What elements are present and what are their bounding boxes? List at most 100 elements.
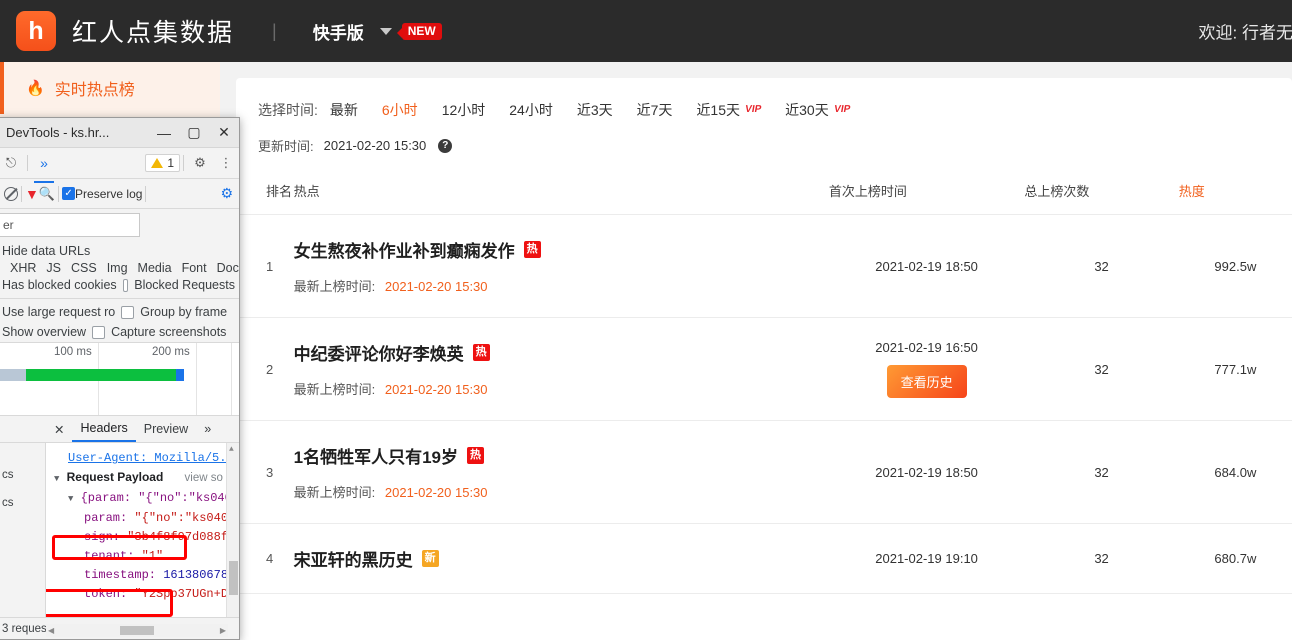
waterfall-stalled-segment [0, 369, 26, 381]
chevron-down-icon[interactable] [379, 27, 392, 35]
filter-option-label: 6小时 [381, 102, 418, 118]
type-filter-xhr[interactable]: XHR [10, 261, 36, 275]
row-heat: 992.5w [1178, 214, 1292, 318]
magnifier-icon[interactable]: 🔍 [39, 186, 55, 202]
tab-overflow-icon[interactable]: » [196, 422, 219, 436]
chevron-down-icon[interactable]: ▼ [54, 470, 59, 489]
column-header-count: 总上榜次数 [1024, 173, 1179, 215]
devtools-titlebar[interactable]: DevTools - ks.hr... — ▢ ✕ [0, 118, 239, 148]
group-by-frame-label: Group by frame [140, 305, 228, 319]
filter-option-label: 近3天 [576, 102, 613, 118]
group-by-frame-checkbox[interactable] [121, 305, 135, 319]
row-topic-title-wrap[interactable]: 中纪委评论你好李焕英 热 [294, 340, 829, 365]
h-logo-icon[interactable]: h [16, 11, 56, 51]
tab-preview[interactable]: Preview [136, 422, 196, 436]
table-row[interactable]: 3 1名牺牲军人只有19岁 热 最新上榜时间: 2021-02-20 15:30 [236, 420, 1292, 524]
overview-row: Show overview Capture screenshots [0, 322, 239, 342]
warning-count-badge[interactable]: 1 [145, 154, 180, 172]
kebab-menu-icon[interactable]: ⋮ [213, 150, 239, 176]
header-divider: | [272, 20, 277, 41]
hide-data-urls-row[interactable]: Hide data URLs [0, 241, 239, 261]
filter-option-12h[interactable]: 12小时 [442, 100, 486, 120]
warning-triangle-icon [151, 158, 164, 168]
row-topic-title-wrap[interactable]: 女生熬夜补作业补到癫痫发作 热 [294, 237, 829, 262]
payload-row-tenant: tenant: "1" [54, 547, 235, 566]
type-filter-js[interactable]: JS [46, 261, 61, 275]
filter-option-3d[interactable]: 近3天 [577, 100, 613, 120]
type-filter-css[interactable]: CSS [71, 261, 97, 275]
capture-screenshots-checkbox[interactable] [92, 325, 106, 339]
preserve-log-checkbox[interactable]: ✓ [62, 187, 76, 200]
filter-option-6h[interactable]: 6小时 [382, 100, 418, 120]
table-row[interactable]: 2 中纪委评论你好李焕英 热 最新上榜时间: 2021-02-20 15:30 [236, 317, 1292, 421]
main-content: 选择时间: 最新 6小时 12小时 24小时 近3天 近7天 近15天 VIP … [220, 62, 1292, 640]
row-topic-title-wrap[interactable]: 宋亚轩的黑历史 新 [294, 546, 829, 571]
payload-scrollbar[interactable]: ▲ ▼ [226, 443, 239, 639]
payload-object-text: {param: "{"no":"ks0400" [80, 491, 239, 505]
row-count: 32 [1024, 420, 1179, 524]
scroll-left-arrow-icon[interactable]: ◀ [48, 626, 54, 635]
scroll-up-arrow-icon[interactable]: ▲ [229, 445, 234, 454]
minimize-icon[interactable]: — [149, 118, 179, 148]
devtools-toolbar: ⎋ » 1 ⚙ ⋮ [0, 148, 239, 183]
type-filter-doc[interactable]: Doc [217, 261, 239, 275]
hot-topics-table: 排名 热点 首次上榜时间 总上榜次数 热度 1 女生熬夜补作业补到癫痫发作 热 [236, 173, 1292, 594]
filter-option-30d[interactable]: 近30天 VIP [785, 100, 851, 120]
more-tabs-icon[interactable]: » [31, 150, 57, 183]
type-filter-media[interactable]: Media [138, 261, 172, 275]
hot-badge-icon: 热 [523, 241, 541, 258]
gear-icon[interactable]: ⚙ [187, 150, 213, 176]
row-topic-title-wrap[interactable]: 1名牺牲军人只有19岁 热 [294, 443, 829, 468]
horizontal-scrollbar[interactable]: ◀ ▶ [46, 624, 228, 637]
scroll-right-arrow-icon[interactable]: ▶ [220, 626, 226, 635]
filter-option-7d[interactable]: 近7天 [637, 100, 673, 120]
tab-headers[interactable]: Headers [72, 416, 136, 442]
warning-count: 1 [167, 156, 174, 170]
filter-option-label: 24小时 [509, 102, 553, 118]
payload-key: token: [84, 587, 128, 601]
list-item[interactable]: cs [0, 461, 45, 489]
maximize-icon[interactable]: ▢ [179, 118, 209, 148]
filter-option-15d[interactable]: 近15天 VIP [696, 100, 763, 120]
chevron-down-icon[interactable]: ▼ [68, 490, 73, 509]
latest-time-value: 2021-02-20 15:30 [384, 382, 488, 397]
dock-panel-icon[interactable]: ⎋ [0, 150, 24, 176]
use-large-rows-label[interactable]: Use large request ro [2, 305, 115, 319]
payload-section-header[interactable]: ▼ Request Payload view so [54, 468, 235, 489]
type-filter-img[interactable]: Img [107, 261, 128, 275]
question-mark-icon[interactable]: ? [438, 138, 453, 153]
vip-badge-icon: VIP [744, 104, 763, 115]
hscrollbar-thumb[interactable] [120, 626, 154, 635]
settings-gear-icon[interactable]: ⚙ [220, 185, 233, 202]
platform-switcher-label[interactable]: 快手版 [313, 19, 364, 44]
filter-option-24h[interactable]: 24小时 [509, 100, 553, 120]
show-overview-label[interactable]: Show overview [2, 325, 86, 339]
row-latest-time: 最新上榜时间: 2021-02-20 15:30 [294, 482, 829, 501]
row-topic-title: 女生熬夜补作业补到癫痫发作 [293, 242, 515, 261]
payload-object-row[interactable]: ▼ {param: "{"no":"ks0400" [54, 489, 239, 509]
has-blocked-cookies-label[interactable]: Has blocked cookies [2, 278, 117, 292]
funnel-icon[interactable]: ▼ [25, 186, 39, 202]
view-source-link[interactable]: view so [185, 472, 223, 484]
filter-input[interactable]: er [0, 213, 140, 237]
type-filter-font[interactable]: Font [182, 261, 207, 275]
list-item[interactable]: cs [0, 489, 45, 517]
close-details-icon[interactable]: ✕ [46, 422, 72, 437]
filter-option-label: 近30天 [785, 102, 829, 118]
payload-value: "3b4f8f97d088f8a [127, 530, 239, 544]
scrollbar-thumb[interactable] [229, 561, 238, 595]
table-row[interactable]: 4 宋亚轩的黑历史 新 2021-02-19 19:10 32 680.7w [236, 523, 1292, 594]
view-history-button[interactable]: 查看历史 [886, 365, 967, 398]
row-rank: 4 [266, 551, 274, 566]
network-filter-toolbar: ▼ 🔍 ✓ Preserve log ⚙ [0, 179, 239, 209]
filter-option-latest[interactable]: 最新 [330, 100, 358, 120]
close-icon[interactable]: ✕ [209, 118, 239, 148]
blocked-requests-checkbox[interactable] [122, 278, 129, 292]
table-row[interactable]: 1 女生熬夜补作业补到癫痫发作 热 最新上榜时间: 2021-02-20 15:… [236, 214, 1292, 318]
devtools-window: DevTools - ks.hr... — ▢ ✕ ⎋ » 1 ⚙ ⋮ ▼ 🔍 [0, 117, 240, 640]
payload-key: tenant: [84, 549, 135, 563]
payload-row-param: param: "{"no":"ks0400' [54, 509, 239, 528]
sidebar-item-realtime-hot[interactable]: 🔥 实时热点榜 [0, 62, 220, 114]
clear-requests-icon[interactable] [4, 186, 18, 201]
network-timeline[interactable]: 100 ms 200 ms [0, 342, 239, 416]
